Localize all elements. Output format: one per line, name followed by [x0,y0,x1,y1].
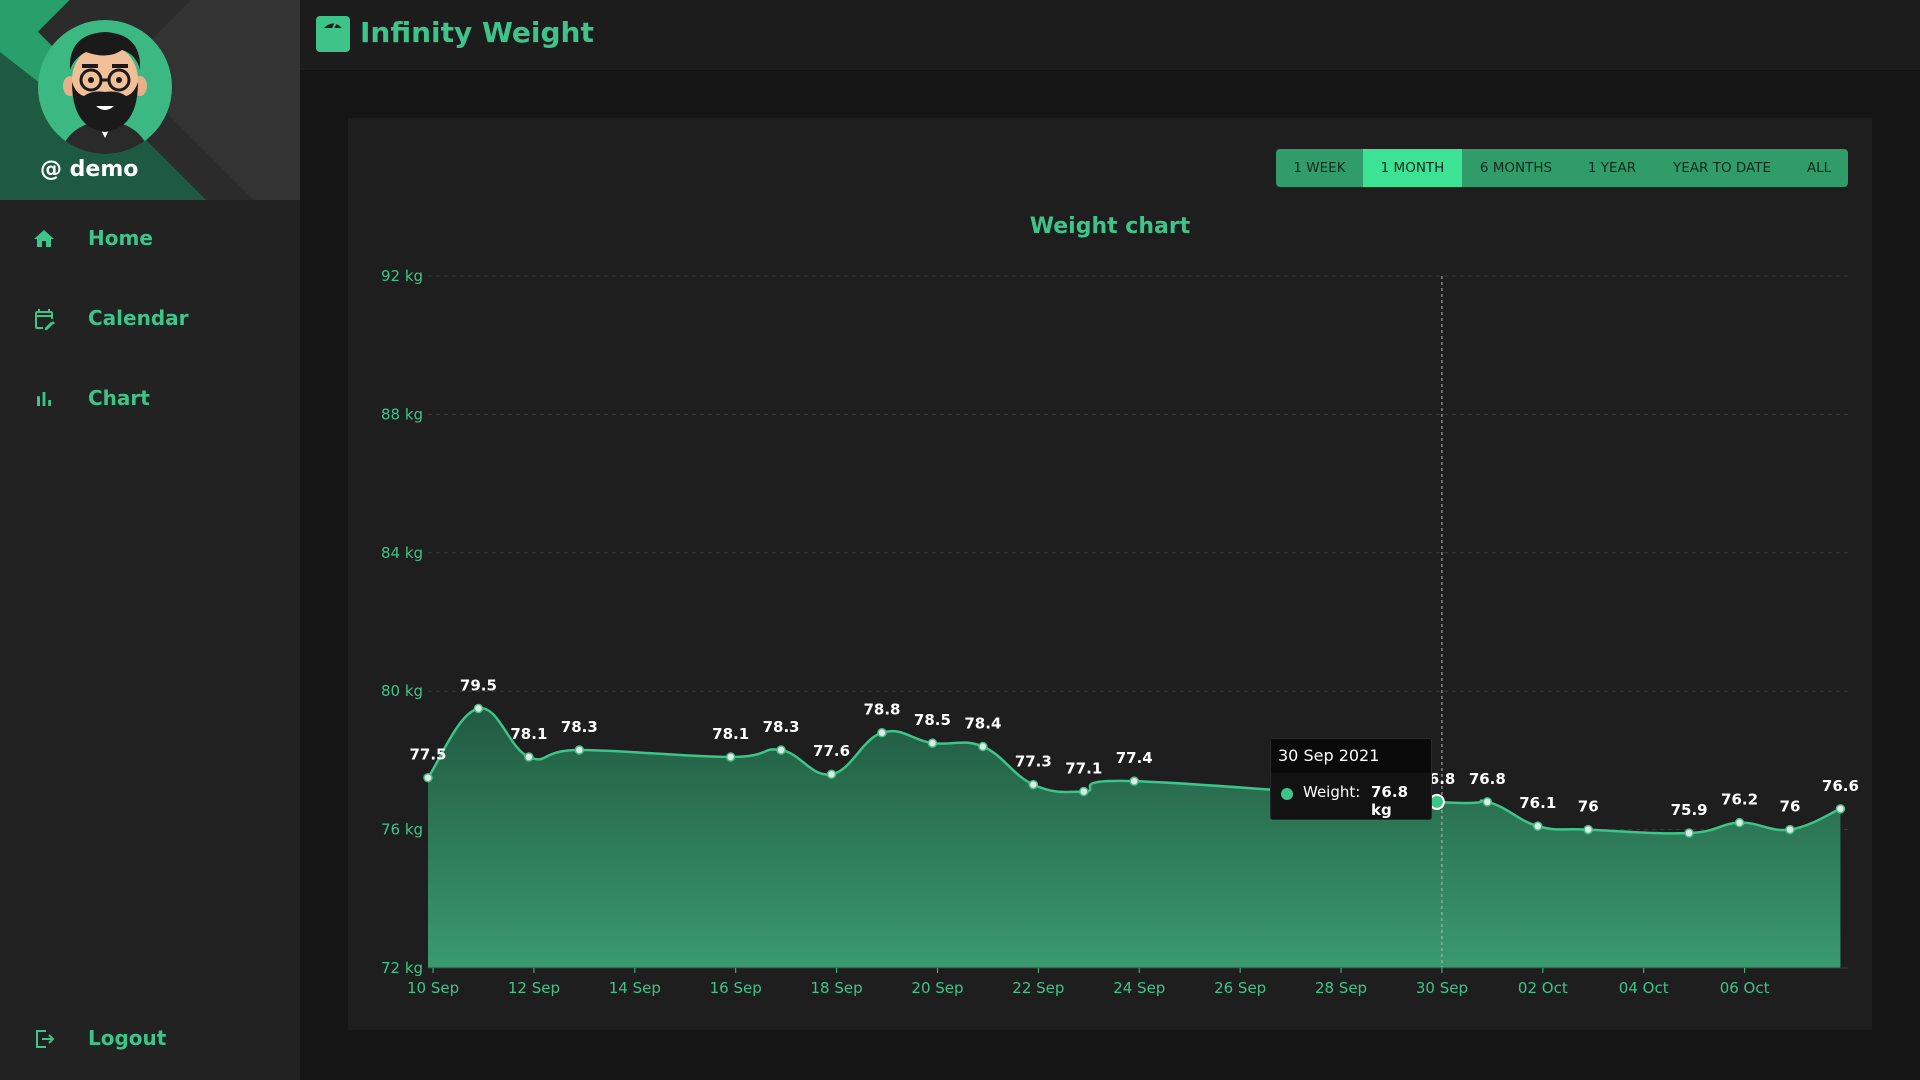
x-tick-label: 12 Sep [508,979,560,997]
data-label: 77.3 [1015,753,1052,771]
data-label: 78.8 [863,701,900,719]
data-point [927,738,938,748]
y-tick-label: 76 kg [381,821,423,839]
x-tick-label: 26 Sep [1214,979,1266,997]
data-label: 78.5 [914,711,951,729]
data-point [1835,804,1846,814]
sidebar: @ demo Home Calendar Chart Logout [0,0,300,1080]
data-label: 76.1 [1519,794,1556,812]
x-tick-label: 02 Oct [1518,979,1568,997]
y-tick-label: 92 kg [381,267,423,285]
data-label: 77.1 [1065,760,1102,778]
y-tick-label: 84 kg [381,544,423,562]
data-point [978,741,988,752]
data-point [1079,786,1089,797]
scale-logo-icon [316,16,350,52]
x-tick-label: 28 Sep [1315,979,1367,997]
logout-icon [36,1030,55,1048]
y-tick-label: 72 kg [381,959,423,977]
bar-chart-icon [37,392,51,406]
data-point [1028,779,1039,790]
data-label: 76.8 [1469,770,1506,788]
profile-panel: @ demo [0,0,300,200]
x-tick-label: 04 Oct [1619,979,1669,997]
tooltip-series-dot [1281,788,1293,800]
app-title: Infinity Weight [360,16,594,49]
sidebar-item-label: Home [88,226,153,250]
data-label: 77.4 [1116,749,1153,767]
weight-chart[interactable]: 92 kg 88 kg 84 kg 80 kg 76 kg 72 kg 10 Sep 12 S… [348,118,1872,1030]
data-label: 79.5 [460,677,497,695]
tooltip-label: Weight: [1303,783,1361,801]
data-label: 76 [1578,798,1599,816]
series-area [428,708,1841,968]
x-tick-label: 10 Sep [407,979,459,997]
data-label: 76 [1780,798,1801,816]
sidebar-item-home[interactable]: Home [0,211,300,267]
home-icon [34,230,54,247]
app-header: Infinity Weight [300,0,1920,71]
x-tick-label: 14 Sep [609,979,661,997]
data-label: 78.3 [763,718,800,736]
data-point [877,727,887,738]
sidebar-item-chart[interactable]: Chart [0,371,300,427]
data-point [423,772,433,783]
data-label: 77.5 [409,746,446,764]
sidebar-item-label: Chart [88,386,150,410]
data-point [524,752,534,762]
x-tick-label: 20 Sep [911,979,963,997]
username: @ demo [40,157,139,182]
calendar-edit-icon [35,309,55,330]
sidebar-item-label: Calendar [88,306,189,330]
x-tick-label: 06 Oct [1720,979,1770,997]
data-label: 78.3 [561,718,598,736]
data-point [1734,817,1745,828]
tooltip-date: 30 Sep 2021 [1271,739,1431,773]
data-point [1482,797,1493,807]
sidebar-item-label: Logout [88,1026,167,1050]
data-point [1533,821,1543,831]
data-point [1583,824,1593,835]
x-tick-label: 18 Sep [811,979,863,997]
data-label: 76.2 [1721,791,1758,809]
data-label: 78.1 [510,725,547,743]
data-point [1684,828,1694,838]
tooltip-value: 76.8 kg [1371,783,1409,819]
data-label: 78.1 [712,725,749,743]
x-tick-label: 22 Sep [1012,979,1064,997]
x-tick-label: 30 Sep [1416,979,1468,997]
y-tick-label: 88 kg [381,405,423,423]
data-point [826,769,837,779]
chart-tooltip: 30 Sep 2021 Weight: 76.8 kg [1270,738,1432,820]
data-point [574,745,585,755]
x-tick-label: 16 Sep [710,979,762,997]
data-label: 75.9 [1671,801,1708,819]
sidebar-item-logout[interactable]: Logout [0,1011,300,1067]
sidebar-item-calendar[interactable]: Calendar [0,291,300,347]
data-point [1129,776,1139,786]
data-point [1785,824,1795,835]
data-label: 76.6 [1822,777,1859,795]
chart-card: 1 WEEK 1 MONTH 6 MONTHS 1 YEAR YEAR TO D… [348,118,1872,1030]
avatar [38,20,172,154]
y-tick-label: 80 kg [381,682,423,700]
data-point [473,703,484,714]
data-point [725,752,736,762]
data-label: 77.6 [813,742,850,760]
x-tick-label: 24 Sep [1113,979,1165,997]
data-label: 78.4 [964,715,1001,733]
data-point [776,745,786,755]
